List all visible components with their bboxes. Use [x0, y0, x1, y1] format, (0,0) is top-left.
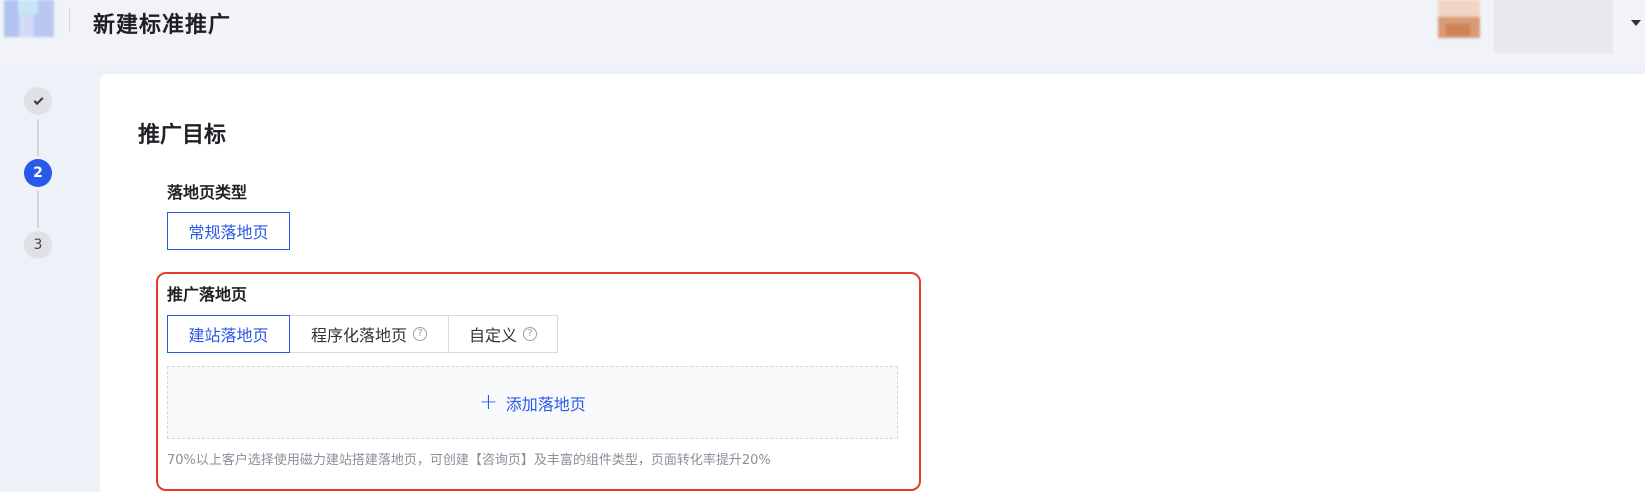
logo[interactable] — [4, 0, 54, 37]
help-icon[interactable]: ? — [413, 327, 427, 341]
promo-landing-page-label: 推广落地页 — [167, 285, 248, 304]
check-icon — [33, 94, 43, 105]
tab-label: 程序化落地页 — [310, 326, 407, 345]
header-divider — [69, 8, 70, 32]
page-title: 新建标准推广 — [93, 13, 232, 38]
tab-programmatic-landing-page[interactable]: 程序化落地页 ? — [289, 315, 449, 353]
avatar[interactable] — [1438, 0, 1480, 38]
username-placeholder[interactable] — [1494, 0, 1613, 53]
regular-landing-page-option[interactable]: 常规落地页 — [167, 212, 290, 250]
tab-label: 建站落地页 — [188, 326, 269, 345]
step-2-active[interactable]: 2 — [24, 159, 52, 187]
step-connector — [37, 191, 39, 228]
main-card: 推广目标 落地页类型 常规落地页 推广落地页 建站落地页 程序化落地页 ? 自定… — [100, 74, 1645, 492]
landing-page-type-label: 落地页类型 — [167, 183, 248, 202]
top-header: 新建标准推广 — [0, 0, 1645, 64]
add-landing-page-label: 添加落地页 — [505, 394, 586, 414]
section-title: 推广目标 — [138, 123, 227, 148]
step-3-pending[interactable]: 3 — [24, 231, 52, 259]
step-connector — [37, 119, 39, 156]
tab-site-landing-page[interactable]: 建站落地页 — [167, 315, 290, 353]
add-landing-page-button[interactable]: + 添加落地页 — [167, 366, 898, 439]
tab-label: 自定义 — [468, 326, 517, 345]
chevron-down-icon[interactable] — [1631, 20, 1641, 26]
step-indicator: 2 3 — [0, 70, 80, 270]
step-1-done[interactable] — [24, 87, 52, 115]
help-icon[interactable]: ? — [523, 327, 537, 341]
add-landing-page-content: + 添加落地页 — [479, 391, 585, 415]
hint-text: 70%以上客户选择使用磁力建站搭建落地页，可创建【咨询页】及丰富的组件类型，页面… — [167, 453, 771, 468]
tab-custom[interactable]: 自定义 ? — [448, 315, 558, 353]
plus-icon: + — [479, 389, 498, 415]
